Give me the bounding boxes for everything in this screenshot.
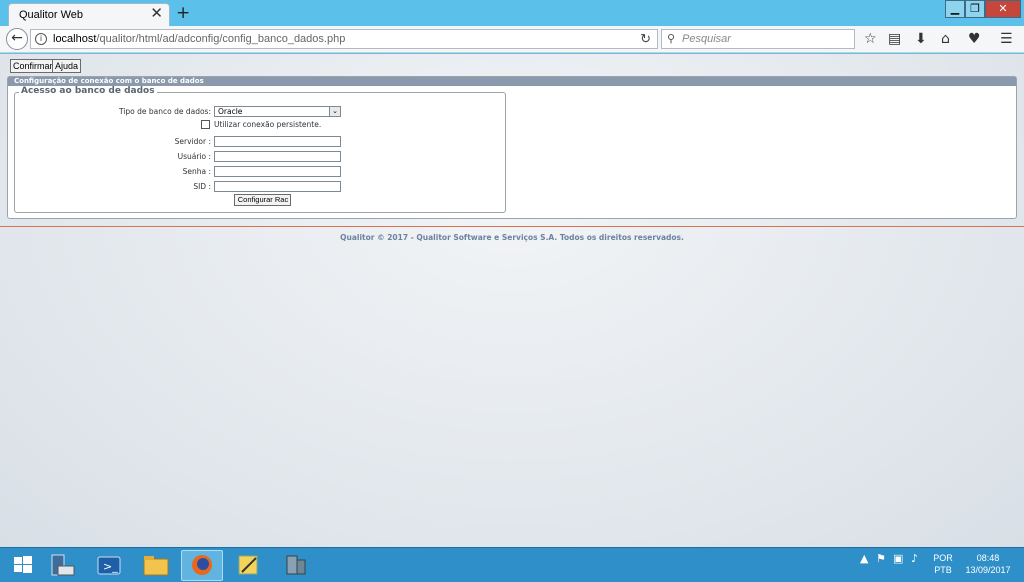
new-tab-icon[interactable]: + — [176, 3, 190, 23]
reload-icon[interactable]: ↻ — [640, 31, 651, 47]
network-icon[interactable]: ▣ — [893, 552, 903, 565]
keyboard-layout: PTB — [934, 565, 952, 575]
pocket-icon[interactable]: ♥ — [968, 30, 981, 48]
reading-list-icon[interactable]: ▤ — [888, 30, 901, 48]
home-icon[interactable]: ⌂ — [941, 30, 950, 48]
file-explorer-icon[interactable] — [135, 550, 177, 581]
tools-icon[interactable] — [228, 550, 270, 581]
help-button[interactable]: Ajuda — [52, 59, 82, 73]
fieldset-legend: Acesso ao banco de dados — [19, 86, 157, 96]
sid-label: SID : — [193, 182, 211, 191]
language-indicator[interactable]: POR PTB — [929, 552, 957, 576]
persistent-connection-checkbox[interactable] — [201, 120, 210, 129]
confirm-button[interactable]: Confirmar — [10, 59, 56, 73]
user-input[interactable] — [214, 151, 341, 162]
close-window-icon[interactable]: ✕ — [985, 0, 1021, 18]
menu-icon[interactable]: ☰ — [1000, 30, 1013, 48]
server-label: Servidor : — [174, 137, 211, 146]
page-content: Confirmar Ajuda Configuração de conexão … — [0, 54, 1024, 547]
svg-text:>_: >_ — [103, 560, 118, 573]
volume-icon[interactable]: ♪ — [911, 552, 918, 565]
close-tab-icon[interactable]: ✕ — [150, 6, 163, 22]
tray-expand-icon[interactable]: ▲ — [860, 552, 868, 565]
server-manager-icon[interactable] — [41, 550, 83, 581]
footer-copyright: Qualitor © 2017 - Qualitor Software e Se… — [340, 233, 684, 242]
password-label: Senha : — [182, 167, 211, 176]
lang-code: POR — [933, 553, 953, 563]
iis-manager-icon[interactable] — [275, 550, 317, 581]
download-icon[interactable]: ⬇ — [915, 30, 927, 48]
search-input[interactable]: ⚲ Pesquisar — [661, 29, 855, 49]
chevron-down-icon[interactable]: ⌄ — [329, 107, 340, 116]
db-config-panel: Configuração de conexão com o banco de d… — [7, 76, 1017, 219]
minimize-icon[interactable]: ▁ — [945, 0, 965, 18]
db-type-label: Tipo de banco de dados: — [118, 107, 211, 116]
persistent-connection-label: Utilizar conexão persistente. — [214, 120, 322, 129]
configure-rac-button[interactable]: Configurar Rac — [234, 194, 291, 206]
browser-tab[interactable]: Qualitor Web ✕ — [8, 3, 170, 26]
system-clock[interactable]: 08:48 13/09/2017 — [958, 552, 1018, 576]
clock-date: 13/09/2017 — [965, 565, 1011, 575]
clock-time: 08:48 — [976, 553, 1000, 563]
server-input[interactable] — [214, 136, 341, 147]
url-bar[interactable]: i localhost/qualitor/html/ad/adconfig/co… — [30, 29, 658, 49]
start-button[interactable] — [2, 550, 44, 581]
back-icon[interactable]: ← — [6, 28, 28, 50]
url-host: localhost — [53, 33, 97, 45]
windows-logo-icon — [14, 556, 32, 573]
nav-bar: ← i localhost/qualitor/html/ad/adconfig/… — [0, 26, 1024, 53]
taskbar: >_ ▲ ⚑ ▣ ♪ POR PTB 08:48 13/09/2017 — [0, 547, 1024, 582]
search-icon: ⚲ — [667, 33, 676, 45]
search-placeholder: Pesquisar — [682, 33, 731, 45]
url-text: localhost/qualitor/html/ad/adconfig/conf… — [53, 33, 345, 45]
db-type-select[interactable]: Oracle ⌄ — [214, 106, 341, 117]
password-input[interactable] — [214, 166, 341, 177]
firefox-icon[interactable] — [181, 550, 223, 581]
action-center-icon[interactable]: ⚑ — [876, 552, 886, 565]
footer-divider — [0, 226, 1024, 227]
tab-title: Qualitor Web — [19, 9, 83, 21]
sid-input[interactable] — [214, 181, 341, 192]
title-bar: Qualitor Web ✕ + ▁ ❐ ✕ — [0, 0, 1024, 26]
bookmark-star-icon[interactable]: ☆ — [864, 30, 877, 48]
db-access-fieldset: Acesso ao banco de dados Tipo de banco d… — [14, 86, 506, 213]
powershell-icon[interactable]: >_ — [88, 550, 130, 581]
user-label: Usuário : — [177, 152, 211, 161]
url-path: /qualitor/html/ad/adconfig/config_banco_… — [96, 33, 346, 45]
panel-title: Configuração de conexão com o banco de d… — [8, 77, 1016, 86]
site-info-icon[interactable]: i — [35, 33, 47, 45]
db-type-value: Oracle — [218, 107, 243, 116]
restore-icon[interactable]: ❐ — [965, 0, 985, 18]
